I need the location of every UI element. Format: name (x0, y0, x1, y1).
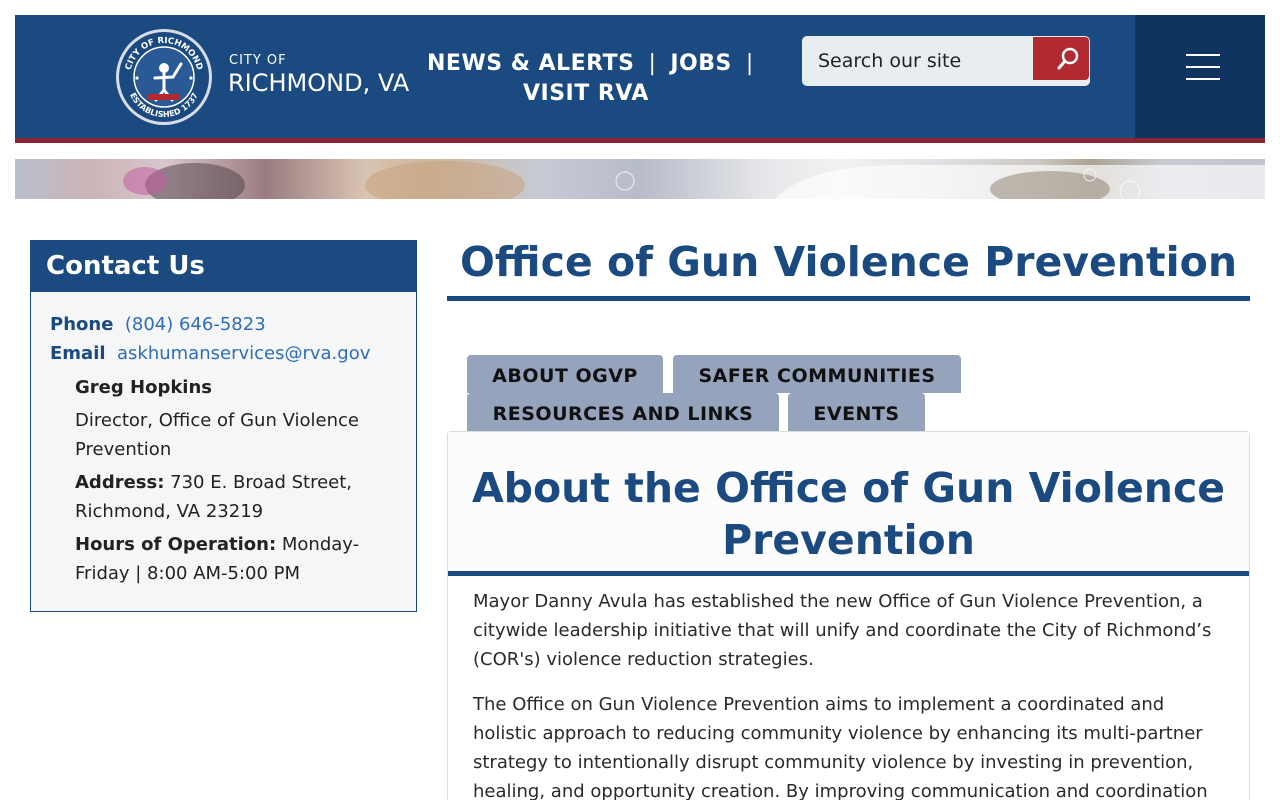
site-header: CITY OF RICHMOND ESTABLISHED 1737 CITY O… (15, 15, 1265, 138)
panel-title: About the Office of Gun Violence Prevent… (471, 464, 1226, 564)
search-icon (1057, 47, 1079, 70)
email-label: Email (50, 343, 106, 364)
panel-body: Mayor Danny Avula has established the ne… (473, 587, 1223, 800)
page: CITY OF RICHMOND ESTABLISHED 1737 CITY O… (0, 0, 1280, 800)
page-title-rule (447, 296, 1250, 301)
search-form (802, 36, 1090, 86)
contact-phone-row: Phone (804) 646-5823 (50, 314, 266, 335)
hours-label: Hours of Operation: (75, 534, 277, 555)
nav-news-alerts-link[interactable]: NEWS & ALERTS (427, 51, 634, 76)
tab-content-panel: About the Office of Gun Violence Prevent… (447, 431, 1250, 800)
nav-separator: | (648, 51, 657, 76)
tab-safer-communities[interactable]: SAFER COMMUNITIES (673, 355, 961, 393)
contact-title: Director, Office of Gun Violence Prevent… (75, 410, 359, 460)
tab-resources-and-links[interactable]: RESOURCES AND LINKS (467, 393, 779, 431)
contact-name: Greg Hopkins (75, 377, 212, 398)
panel-header: About the Office of Gun Violence Prevent… (448, 432, 1249, 573)
email-link[interactable]: askhumanservices@rva.gov (117, 343, 370, 364)
page-title: Office of Gun Violence Prevention (459, 238, 1238, 286)
city-seal-logo[interactable]: CITY OF RICHMOND ESTABLISHED 1737 (115, 28, 213, 126)
search-button[interactable] (1033, 37, 1089, 80)
contact-us-heading: Contact Us (31, 241, 416, 292)
body-paragraph: The Office on Gun Violence Prevention ai… (473, 694, 1208, 800)
contact-person: Greg Hopkins Director, Office of Gun Vio… (75, 373, 395, 588)
contact-address: Address: 730 E. Broad Street, Richmond, … (75, 468, 395, 526)
city-of-label: CITY OF (229, 53, 287, 68)
banner-photo-shapes (123, 161, 1265, 199)
city-name-label[interactable]: RICHMOND, VA (228, 69, 409, 97)
nav-separator: | (745, 51, 754, 76)
search-input[interactable] (802, 36, 1032, 86)
hero-banner-image (15, 159, 1265, 199)
menu-panel (1135, 15, 1265, 138)
header-divider (15, 138, 1265, 143)
phone-label: Phone (50, 314, 114, 335)
address-label: Address: (75, 472, 165, 493)
tab-about-ogvp[interactable]: ABOUT OGVP (467, 355, 663, 393)
panel-title-rule (448, 571, 1249, 576)
phone-link[interactable]: (804) 646-5823 (125, 314, 266, 335)
hamburger-menu-icon[interactable] (1186, 54, 1220, 80)
tab-events[interactable]: EVENTS (788, 393, 925, 431)
contact-email-row: Email askhumanservices@rva.gov (50, 343, 370, 364)
body-paragraph: Mayor Danny Avula has established the ne… (473, 591, 1212, 670)
contact-hours: Hours of Operation: Monday-Friday | 8:00… (75, 530, 395, 588)
nav-jobs-link[interactable]: JOBS (670, 51, 732, 76)
nav-visit-rva-link[interactable]: VISIT RVA (523, 81, 649, 106)
